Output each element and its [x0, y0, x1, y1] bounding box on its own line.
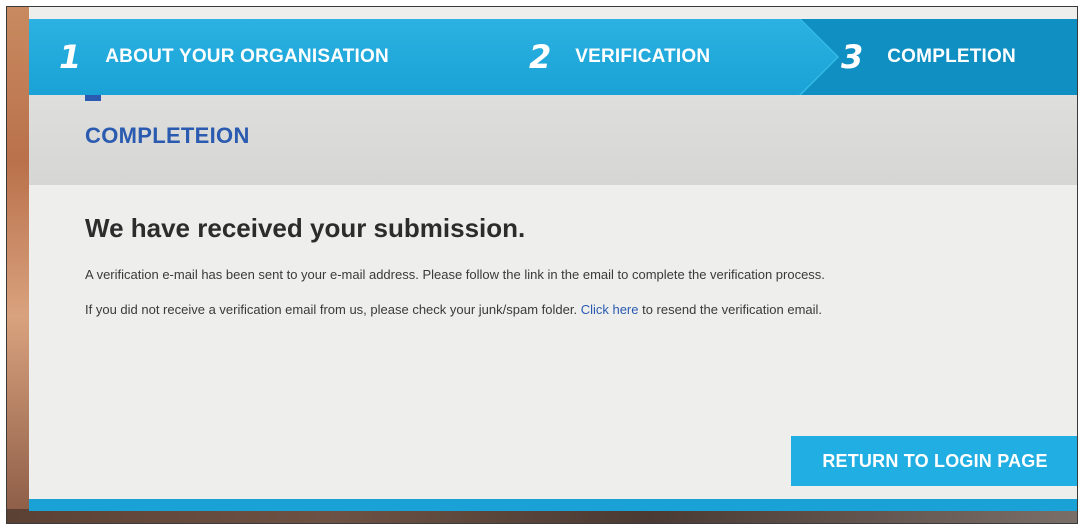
- registration-panel: 1 ABOUT YOUR ORGANISATION 2 VERIFICATION…: [29, 7, 1077, 511]
- section-marker: [85, 95, 101, 101]
- background-photo: [7, 7, 29, 523]
- page-frame: 1 ABOUT YOUR ORGANISATION 2 VERIFICATION…: [6, 6, 1078, 524]
- background-photo-bottom: [7, 509, 1077, 523]
- confirmation-headline: We have received your submission.: [85, 213, 526, 243]
- step-number: 2: [529, 38, 552, 76]
- step-label: COMPLETION: [887, 46, 1016, 67]
- section-header: COMPLETEION: [29, 95, 1077, 185]
- step-about-organisation: 1 ABOUT YOUR ORGANISATION: [59, 19, 389, 95]
- step-number: 3: [841, 38, 864, 76]
- step-number: 1: [59, 38, 82, 76]
- return-to-login-button[interactable]: RETURN TO LOGIN PAGE: [791, 436, 1077, 486]
- resend-message: If you did not receive a verification em…: [85, 299, 1045, 320]
- step-verification: 2 VERIFICATION: [529, 19, 710, 95]
- step-label: VERIFICATION: [575, 46, 711, 67]
- step-label: ABOUT YOUR ORGANISATION: [105, 46, 389, 67]
- step-completion: 3 COMPLETION: [841, 19, 1016, 95]
- progress-steps: 1 ABOUT YOUR ORGANISATION 2 VERIFICATION…: [29, 19, 1077, 95]
- bottom-accent-strip: [29, 499, 1077, 511]
- resend-text-before: If you did not receive a verification em…: [85, 302, 581, 317]
- resend-text-after: to resend the verification email.: [638, 302, 823, 317]
- verification-message: A verification e-mail has been sent to y…: [85, 267, 825, 282]
- resend-verification-link[interactable]: Click here: [581, 302, 639, 317]
- section-title: COMPLETEION: [85, 123, 250, 148]
- confirmation-content: We have received your submission. A veri…: [85, 213, 1045, 334]
